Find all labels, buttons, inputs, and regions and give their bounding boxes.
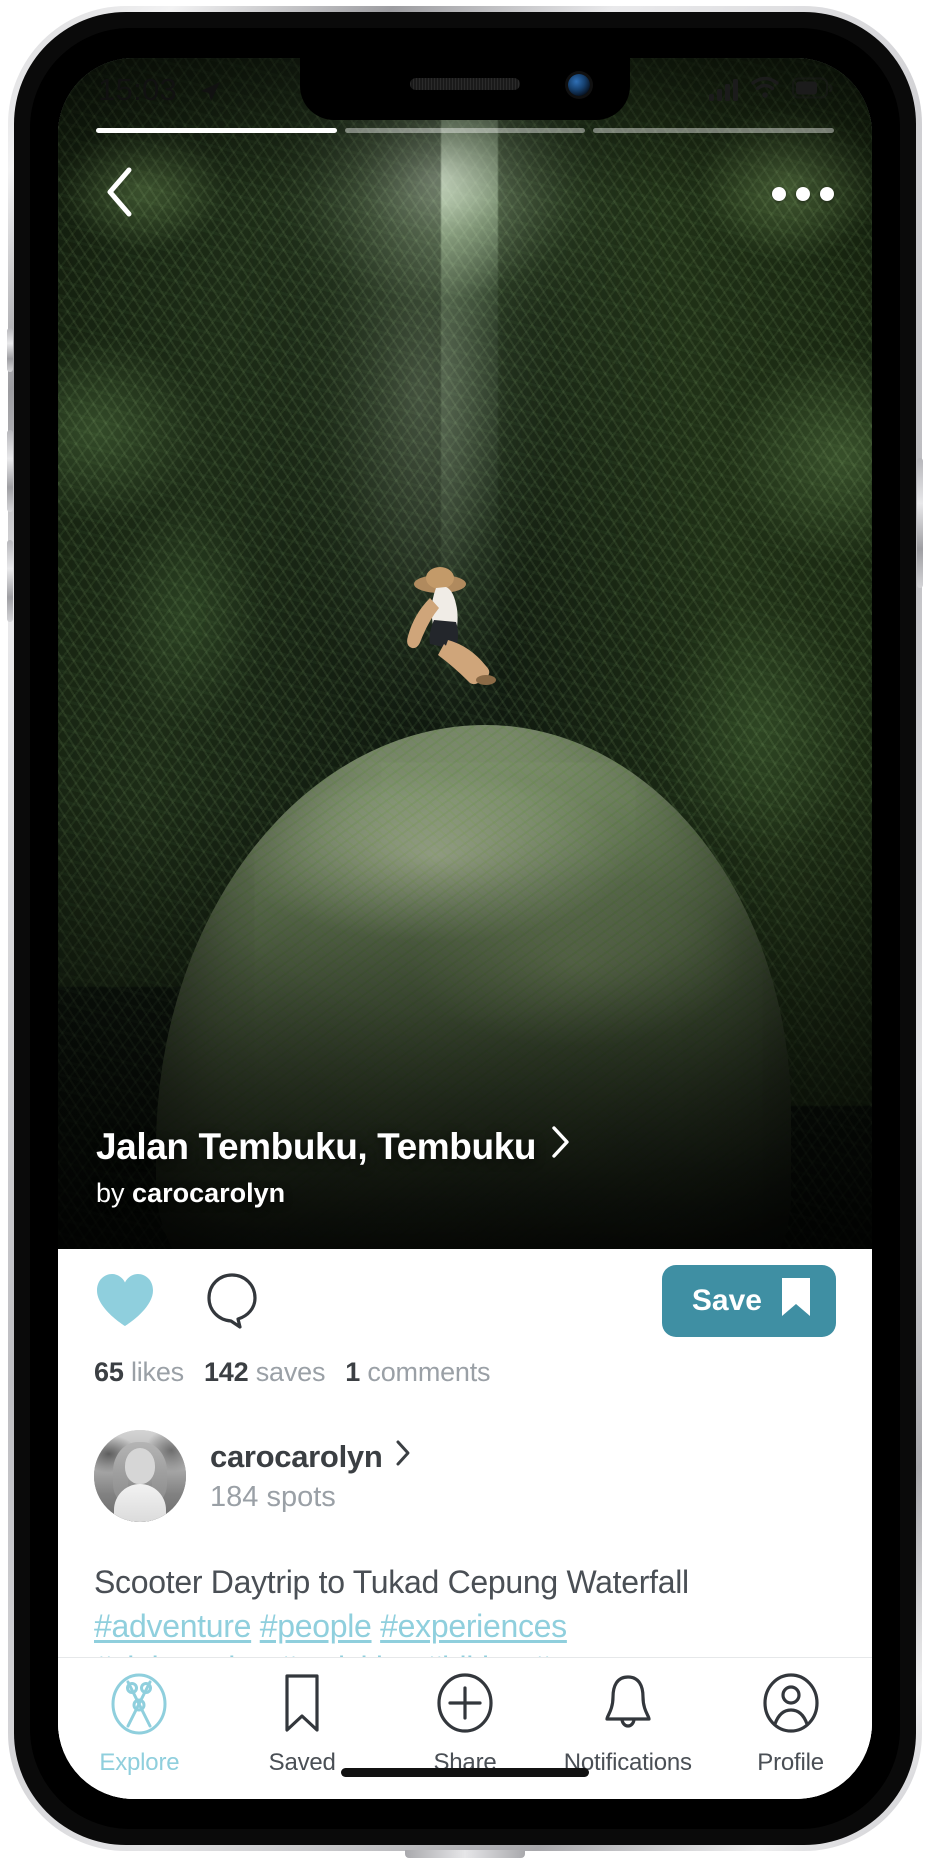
home-indicator[interactable]	[341, 1768, 589, 1777]
tab-share[interactable]: Share	[384, 1672, 547, 1777]
more-options-button[interactable]	[760, 158, 846, 230]
hashtag-experiences[interactable]: #experiences	[380, 1608, 567, 1644]
volume-up-button[interactable]	[7, 430, 13, 512]
spot-photo[interactable]: Jalan Tembuku, Tembuku by carocarolyn	[58, 58, 872, 1249]
bookmark-icon	[780, 1276, 812, 1326]
back-button[interactable]	[84, 158, 156, 230]
spot-title-link[interactable]: Jalan Tembuku, Tembuku	[96, 1125, 834, 1168]
device-notch	[300, 58, 630, 120]
story-progress-bar	[96, 128, 835, 133]
wifi-icon	[750, 76, 780, 104]
photo-vignette	[58, 58, 872, 1249]
post-caption-text: Scooter Daytrip to Tukad Cepung Waterfal…	[94, 1564, 689, 1600]
bottom-tab-bar: Explore Saved Share Notifications Profil…	[58, 1657, 872, 1799]
byline-prefix: by	[96, 1178, 125, 1208]
phone-inner-band: Jalan Tembuku, Tembuku by carocarolyn 15…	[14, 12, 916, 1845]
byline-author[interactable]: carocarolyn	[132, 1178, 285, 1208]
chevron-right-icon	[394, 1439, 412, 1475]
spot-byline: by carocarolyn	[96, 1178, 834, 1209]
comments-stat[interactable]: 1 comments	[345, 1357, 490, 1387]
story-segment-3[interactable]	[593, 128, 835, 133]
author-profile-row[interactable]: carocarolyn 184 spots	[94, 1421, 836, 1531]
profile-meta: carocarolyn 184 spots	[210, 1439, 412, 1514]
front-camera-icon	[568, 74, 590, 96]
battery-icon	[791, 76, 834, 104]
tab-saved-label: Saved	[268, 1749, 336, 1776]
saves-stat: 142 saves	[203, 1357, 326, 1387]
comments-count: 1	[345, 1357, 361, 1387]
saves-count: 142	[203, 1357, 249, 1387]
phone-screen: Jalan Tembuku, Tembuku by carocarolyn 15…	[58, 58, 872, 1799]
plus-circle-icon	[436, 1672, 494, 1741]
hashtag-line-1: #adventure #people #experiences	[94, 1608, 567, 1644]
tab-explore-label: Explore	[99, 1749, 180, 1776]
like-button[interactable]	[94, 1271, 156, 1334]
spot-title: Jalan Tembuku, Tembuku	[96, 1125, 537, 1167]
tab-profile-label: Profile	[757, 1749, 824, 1776]
comment-button[interactable]	[204, 1271, 260, 1336]
tab-profile[interactable]: Profile	[709, 1672, 872, 1777]
likes-count: 65	[94, 1357, 124, 1387]
save-button-label: Save	[691, 1284, 762, 1317]
power-button[interactable]	[917, 458, 923, 588]
chevron-right-icon	[550, 1125, 572, 1168]
tab-explore[interactable]: Explore	[58, 1672, 221, 1777]
avatar-face	[125, 1448, 155, 1484]
bell-icon	[602, 1672, 654, 1741]
post-stats: 65 likes 142 saves 1 comments	[94, 1357, 510, 1388]
cellular-signal-icon	[709, 79, 738, 101]
more-dot-2	[796, 187, 810, 201]
heart-icon	[94, 1274, 156, 1333]
frame-antenna-band	[405, 1850, 525, 1858]
phone-frame: Jalan Tembuku, Tembuku by carocarolyn 15…	[7, 6, 923, 1858]
explore-icon	[110, 1672, 168, 1741]
profile-spots-count: 184 spots	[210, 1480, 336, 1513]
profile-name-text: carocarolyn	[210, 1438, 383, 1474]
chevron-left-icon	[103, 166, 137, 223]
hero-caption: Jalan Tembuku, Tembuku by carocarolyn	[96, 1125, 834, 1209]
bookmark-icon	[280, 1672, 324, 1741]
tab-notifications[interactable]: Notifications	[546, 1672, 709, 1777]
more-dot-3	[820, 187, 834, 201]
post-action-row: Save	[58, 1249, 872, 1353]
saves-label: saves	[255, 1357, 326, 1387]
comment-bubble-icon	[204, 1273, 260, 1335]
story-segment-2[interactable]	[344, 128, 586, 133]
more-dot-1	[772, 187, 786, 201]
save-button[interactable]: Save	[661, 1265, 836, 1337]
hashtag-adventure[interactable]: #adventure	[94, 1608, 251, 1644]
likes-stat: 65 likes	[94, 1357, 184, 1387]
story-segment-1[interactable]	[96, 128, 337, 133]
status-time: 15:03	[98, 72, 178, 107]
mute-switch[interactable]	[7, 328, 13, 372]
earpiece-speaker	[410, 78, 520, 90]
phone-bezel: Jalan Tembuku, Tembuku by carocarolyn 15…	[30, 28, 900, 1829]
avatar	[94, 1430, 186, 1522]
status-indicators	[709, 76, 834, 104]
likes-label: likes	[130, 1357, 184, 1387]
tab-saved[interactable]: Saved	[221, 1672, 384, 1777]
hero-nav-bar	[58, 154, 872, 234]
profile-name-link[interactable]: carocarolyn	[210, 1439, 412, 1475]
post-detail-sheet: Save 65 likes 142 saves 1 comments caroc…	[58, 1249, 872, 1799]
comments-label: comments	[367, 1357, 491, 1387]
person-circle-icon	[762, 1672, 820, 1741]
hashtag-people[interactable]: #people	[260, 1608, 372, 1644]
location-arrow-icon	[198, 80, 222, 109]
volume-down-button[interactable]	[7, 540, 13, 622]
